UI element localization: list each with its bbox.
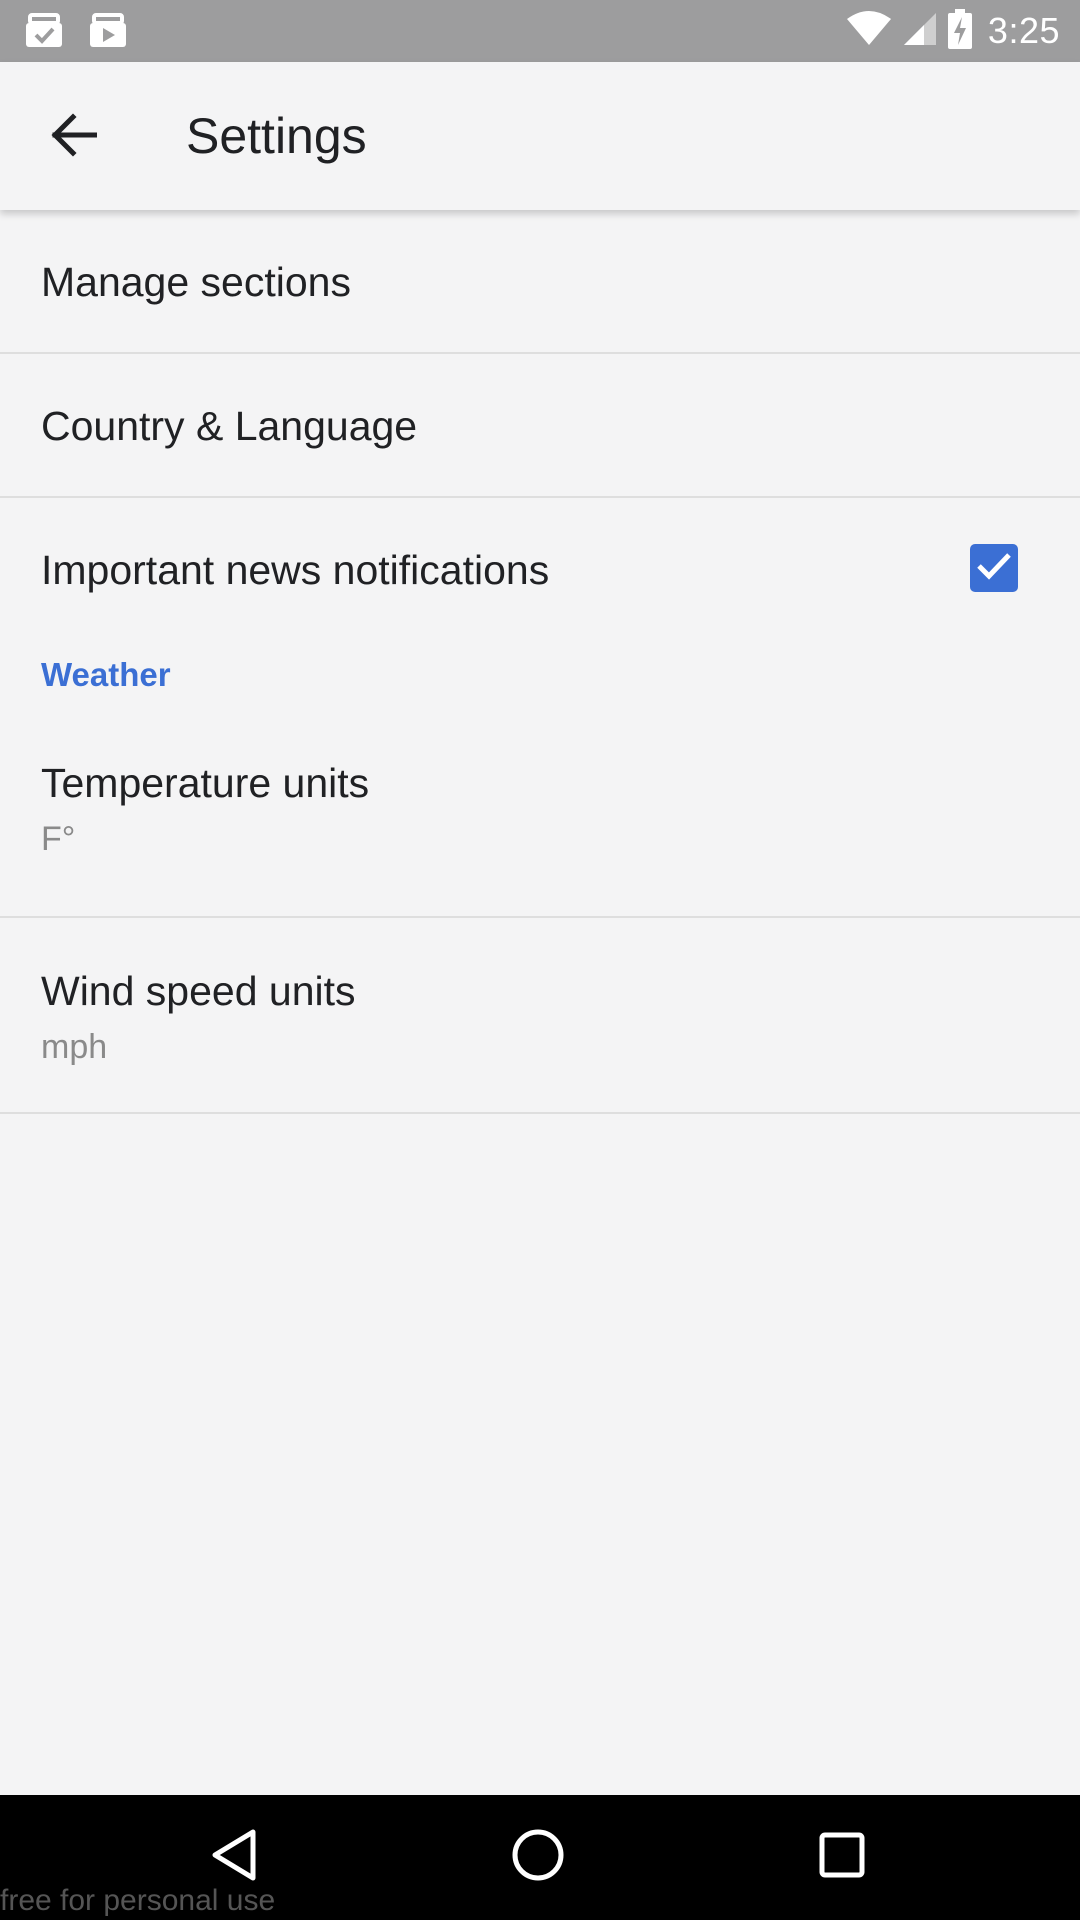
cell-signal-icon xyxy=(902,11,938,52)
wind-speed-units-item[interactable]: Wind speed units mph xyxy=(0,918,1080,1114)
back-button[interactable] xyxy=(28,102,118,172)
weather-header-label: Weather xyxy=(41,656,171,693)
notifications-label: Important news notifications xyxy=(41,547,550,593)
country-language-item[interactable]: Country & Language xyxy=(0,354,1080,498)
weather-section-header: Weather xyxy=(0,642,1080,726)
notifications-item[interactable]: Important news notifications xyxy=(0,498,1080,642)
notifications-checkbox[interactable] xyxy=(970,544,1018,592)
battery-charging-icon xyxy=(947,8,972,54)
settings-screen: 3:25 Settings Manage sections Country & … xyxy=(0,0,1080,1920)
arrow-back-icon xyxy=(49,112,98,162)
nav-home-button[interactable] xyxy=(498,1817,578,1897)
recents-square-icon xyxy=(818,1831,866,1884)
manage-sections-item[interactable]: Manage sections xyxy=(0,210,1080,354)
temperature-units-label: Temperature units xyxy=(41,760,370,806)
checkmark-icon xyxy=(976,551,1012,586)
status-bar-clock: 3:25 xyxy=(987,10,1060,51)
country-language-label: Country & Language xyxy=(41,403,418,449)
back-triangle-icon xyxy=(209,1828,259,1887)
temperature-units-item[interactable]: Temperature units F° xyxy=(0,726,1080,918)
briefcase-play-icon xyxy=(88,13,128,49)
settings-list: Manage sections Country & Language Impor… xyxy=(0,210,1080,1114)
watermark-text: free for personal use xyxy=(0,1884,276,1917)
nav-recents-button[interactable] xyxy=(802,1817,882,1897)
page-title: Settings xyxy=(186,108,367,164)
manage-sections-label: Manage sections xyxy=(41,259,351,305)
navigation-bar: free for personal use xyxy=(0,1795,1080,1920)
temperature-units-value: F° xyxy=(41,820,76,858)
home-circle-icon xyxy=(510,1827,566,1888)
wind-speed-units-label: Wind speed units xyxy=(41,968,356,1014)
status-bar: 3:25 xyxy=(0,0,1080,62)
briefcase-check-icon xyxy=(24,13,64,49)
wind-speed-units-value: mph xyxy=(41,1028,108,1066)
wifi-icon xyxy=(846,10,892,52)
app-bar: Settings xyxy=(0,62,1080,210)
